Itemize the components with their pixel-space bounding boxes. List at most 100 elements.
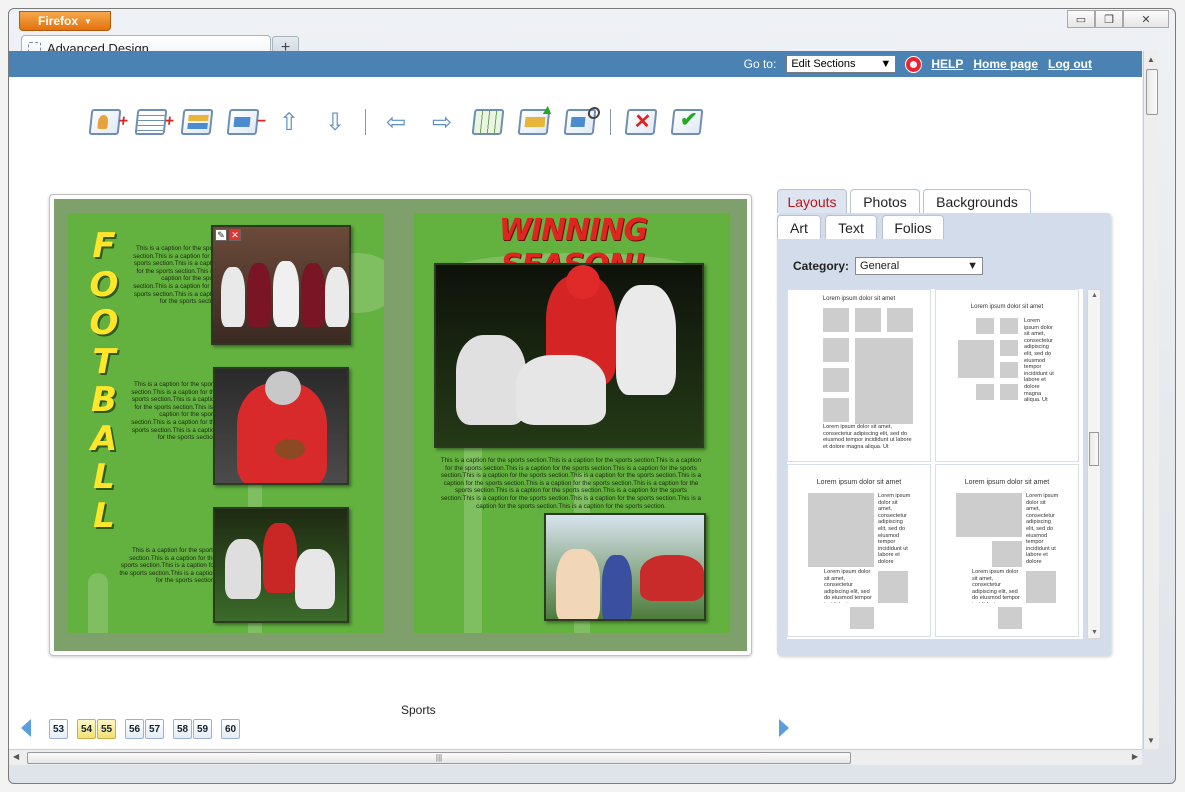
layout-thumbnail[interactable]: Lorem ipsum dolor sit amet Lorem ipsum d… [787,464,931,637]
layout-text: Lorem ipsum dolor sit amet, consectetur … [972,569,1020,603]
restore-button[interactable]: ❐ [1095,10,1123,28]
grid-icon[interactable] [468,103,508,141]
add-person-page-icon[interactable]: + [85,103,129,141]
remove-page-icon[interactable]: − [223,103,267,141]
layout-thumbnail[interactable]: Lorem ipsum dolor sit amet Lorem ipsum d… [935,289,1079,462]
undo-icon[interactable]: ⇦ [376,103,416,141]
category-selected-value: General [860,260,900,272]
page-thumb-58[interactable]: 58 [173,719,192,739]
page-thumb-55[interactable]: 55 [97,719,116,739]
top-nav-bar: Go to: Edit Sections ▼ HELP Home page Lo… [9,51,1142,77]
tab-backgrounds[interactable]: Backgrounds [923,189,1031,213]
right-page[interactable]: WINNING SEASON! This is a caption for th… [414,213,730,633]
tab-text[interactable]: Text [825,215,877,239]
football-title[interactable]: F O O T B A L L [82,227,126,535]
home-page-link[interactable]: Home page [973,57,1038,71]
page-thumb-53[interactable]: 53 [49,719,68,739]
team-huddle-photo[interactable]: ✎ ✕ [211,225,351,345]
page-thumb-60[interactable]: 60 [221,719,240,739]
title-letter: L [93,495,115,536]
scroll-right-icon[interactable]: ▶ [1132,752,1138,761]
page-vertical-scrollbar[interactable]: ▲ ▼ [1143,51,1159,749]
title-letter: A [90,418,118,459]
upload-page-icon[interactable]: ▲ [514,101,555,141]
photo-edit-controls: ✎ ✕ [215,229,241,241]
tab-photos[interactable]: Photos [850,189,920,213]
photo-caption[interactable]: This is a caption for the sports section… [132,245,220,306]
move-up-icon[interactable]: ⇧ [269,103,309,141]
help-link[interactable]: HELP [931,57,963,71]
editor-toolbar: + + − ⇧ ⇩ ⇦ ⇨ ▲ ✕ ✔ [85,101,707,141]
page-navigator: 53 54 55 56 57 58 59 60 [19,715,799,743]
chevron-down-icon: ▼ [84,16,92,26]
layout-text: Lorem ipsum dolor sit amet, consectetur … [878,493,911,567]
layout-scroll-thumb[interactable] [1089,432,1099,466]
photo-caption[interactable]: This is a caption for the sports section… [118,547,216,585]
vertical-scroll-thumb[interactable] [1146,69,1158,115]
photo-caption[interactable]: This is a caption for the sports section… [128,381,218,442]
left-page[interactable]: F O O T B A L L This is a caption for th… [68,213,384,633]
scroll-up-icon[interactable]: ▲ [1147,55,1155,64]
player-red-jersey-photo[interactable] [213,367,349,485]
goto-select[interactable]: Edit Sections ▼ [786,55,897,73]
help-lifebuoy-icon [906,56,922,72]
main-football-action-photo[interactable] [434,263,704,448]
next-page-icon[interactable] [779,719,789,737]
scroll-down-icon[interactable]: ▼ [1147,736,1155,745]
layout-title: Lorem ipsum dolor sit amet [964,479,1050,486]
layout-text: Lorem ipsum dolor sit amet, consectetur … [1024,318,1054,402]
category-select[interactable]: General ▼ [855,257,984,275]
layout-scrollbar[interactable]: ▲ ▼ [1087,289,1101,639]
tab-folios[interactable]: Folios [882,215,944,239]
layout-thumbnail[interactable]: Lorem ipsum dolor sit amet Lorem ipsum d… [787,289,931,462]
yearbook-spread-editor: F O O T B A L L This is a caption for th… [49,194,752,656]
redo-icon[interactable]: ⇨ [422,103,462,141]
scroll-left-icon[interactable]: ◀ [13,752,19,761]
firefox-label: Firefox [38,14,79,28]
page-thumb-54[interactable]: 54 [77,719,96,739]
goto-label: Go to: [743,57,777,71]
category-filter: Category: General ▼ [793,257,984,275]
title-letter: O [89,264,119,305]
layout-title: Lorem ipsum dolor sit amet [822,296,896,302]
layout-thumbnail-grid: Lorem ipsum dolor sit amet Lorem ipsum d… [787,289,1083,639]
web-content: Go to: Edit Sections ▼ HELP Home page Lo… [9,51,1142,749]
tackle-photo[interactable] [213,507,349,623]
goto-selected-value: Edit Sections [791,58,856,70]
tab-layouts[interactable]: Layouts [777,189,847,213]
layout-text: Lorem ipsum dolor sit amet, consectetur … [824,569,872,603]
page-thumb-56[interactable]: 56 [125,719,144,739]
preview-page-icon[interactable] [560,103,601,141]
layout-title: Lorem ipsum dolor sit amet [970,304,1044,310]
move-down-icon[interactable]: ⇩ [315,103,355,141]
firefox-menu-button[interactable]: Firefox ▼ [19,11,111,31]
category-label: Category: [793,259,850,273]
logout-link[interactable]: Log out [1048,57,1092,71]
page-horizontal-scrollbar[interactable]: ◀ ||| ▶ [9,749,1142,765]
scroll-up-icon[interactable]: ▲ [1091,292,1098,299]
layout-text: Lorem ipsum dolor sit amet, consectetur … [1026,493,1059,567]
title-letter: O [89,303,119,343]
main-photo-caption[interactable]: This is a caption for the sports section… [438,457,704,510]
add-text-page-icon[interactable]: + [131,103,175,141]
title-letter: B [91,380,117,420]
edit-page-icon[interactable] [177,103,217,141]
cancel-icon[interactable]: ✕ [621,103,661,141]
horizontal-scroll-thumb[interactable]: ||| [27,752,851,764]
page-thumb-59[interactable]: 59 [193,719,212,739]
design-panel: Layouts Photos Backgrounds Art Text Foli… [777,189,1111,656]
cheerleader-photo[interactable] [544,513,706,621]
delete-icon[interactable]: ✕ [229,229,241,241]
tab-art[interactable]: Art [777,215,821,239]
close-button[interactable]: ✕ [1123,10,1169,28]
scroll-down-icon[interactable]: ▼ [1091,629,1098,636]
title-letter: L [93,457,115,497]
toolbar-divider [365,109,366,135]
previous-page-icon[interactable] [21,719,31,737]
pencil-icon[interactable]: ✎ [215,229,227,241]
approve-icon[interactable]: ✔ [667,103,707,141]
minimize-button[interactable]: ▭ [1067,10,1095,28]
layout-thumbnail[interactable]: Lorem ipsum dolor sit amet Lorem ipsum d… [935,464,1079,637]
page-thumb-57[interactable]: 57 [145,719,164,739]
toolbar-divider [610,109,611,135]
